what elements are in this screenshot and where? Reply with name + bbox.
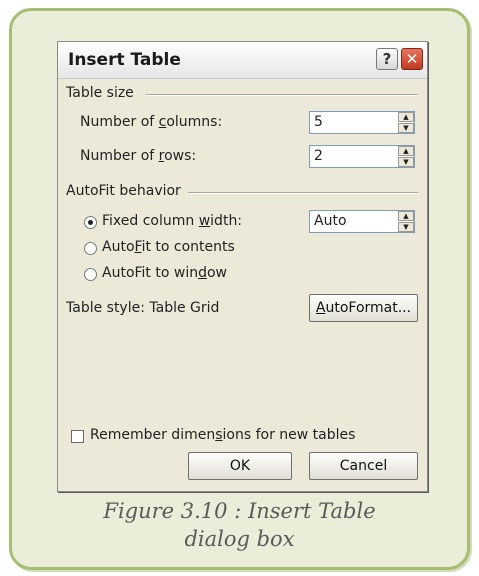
columns-label-text-end: olumns: <box>166 114 223 130</box>
ok-button[interactable]: OK <box>188 452 292 480</box>
rows-spinner[interactable]: 2 ▲ ▼ <box>309 145 415 168</box>
table-style-label: Table style: Table Grid <box>66 300 220 316</box>
rows-up-arrow-icon[interactable]: ▲ <box>398 146 414 156</box>
fixed-width-radio[interactable] <box>84 216 97 229</box>
fixed-width-spinner[interactable]: Auto ▲ ▼ <box>309 210 415 233</box>
rows-spin-buttons: ▲ ▼ <box>398 146 414 167</box>
columns-down-arrow-icon[interactable]: ▼ <box>398 123 414 133</box>
autofit-window-radio[interactable] <box>84 268 97 281</box>
fixed-width-accesskey: w <box>198 213 211 229</box>
autofit-window-text: AutoFit to win <box>102 265 199 281</box>
autoformat-label: utoFormat... <box>325 300 412 316</box>
remember-dimensions-label: Remember dimensions for new tables <box>90 427 355 443</box>
help-button[interactable]: ? <box>376 48 398 70</box>
remember-accesskey: s <box>215 427 223 443</box>
dialog-title: Insert Table <box>68 50 181 70</box>
close-icon: ✕ <box>405 50 419 68</box>
autofit-contents-text-end: it to contents <box>141 239 235 255</box>
autofit-contents-label: AutoFit to contents <box>102 239 235 255</box>
remember-text: Remember dimen <box>90 427 216 443</box>
autofit-divider <box>188 192 418 194</box>
cancel-button[interactable]: Cancel <box>309 452 418 480</box>
remember-text-end: ions for new tables <box>222 427 356 443</box>
autofit-window-text-end: ow <box>206 265 227 281</box>
close-button[interactable]: ✕ <box>401 48 423 70</box>
fixed-width-text: Fixed column <box>102 213 199 229</box>
autofit-group-label: AutoFit behavior <box>66 183 181 199</box>
columns-label-text: Number of <box>80 114 159 130</box>
columns-spinner[interactable]: 5 ▲ ▼ <box>309 111 415 134</box>
figure-caption-line2: dialog box <box>184 527 295 551</box>
autofit-contents-radio[interactable] <box>84 242 97 255</box>
fixed-width-label: Fixed column width: <box>102 213 242 229</box>
columns-spin-buttons: ▲ ▼ <box>398 112 414 133</box>
table-size-group-label: Table size <box>66 85 134 101</box>
autoformat-button[interactable]: AutoFormat... <box>309 294 418 322</box>
title-bar[interactable]: Insert Table ? ✕ <box>58 42 427 79</box>
autofit-contents-accesskey: F <box>134 239 142 255</box>
table-size-divider <box>146 94 418 96</box>
figure-caption-line1: Figure 3.10 : Insert Table <box>103 499 376 523</box>
fixed-width-down-arrow-icon[interactable]: ▼ <box>398 222 414 232</box>
rows-label: Number of rows: <box>80 148 196 164</box>
autofit-window-label: AutoFit to window <box>102 265 227 281</box>
rows-label-text-end: ows: <box>164 148 197 164</box>
rows-down-arrow-icon[interactable]: ▼ <box>398 157 414 167</box>
insert-table-dialog: Insert Table ? ✕ Table size Number of co… <box>57 41 428 492</box>
fixed-width-spin-buttons: ▲ ▼ <box>398 211 414 232</box>
fixed-width-up-arrow-icon[interactable]: ▲ <box>398 211 414 221</box>
help-icon: ? <box>382 50 392 68</box>
remember-dimensions-checkbox[interactable] <box>71 430 84 443</box>
autofit-window-accesskey: d <box>198 265 207 281</box>
columns-label: Number of columns: <box>80 114 222 130</box>
fixed-width-value: Auto <box>314 213 347 229</box>
columns-up-arrow-icon[interactable]: ▲ <box>398 112 414 122</box>
dialog-body: Table size Number of columns: 5 ▲ ▼ Numb… <box>58 79 427 491</box>
rows-value: 2 <box>314 148 323 164</box>
fixed-width-text-end: idth: <box>210 213 243 229</box>
rows-label-text: Number of <box>80 148 159 164</box>
columns-value: 5 <box>314 114 323 130</box>
autofit-contents-text: Auto <box>102 239 135 255</box>
